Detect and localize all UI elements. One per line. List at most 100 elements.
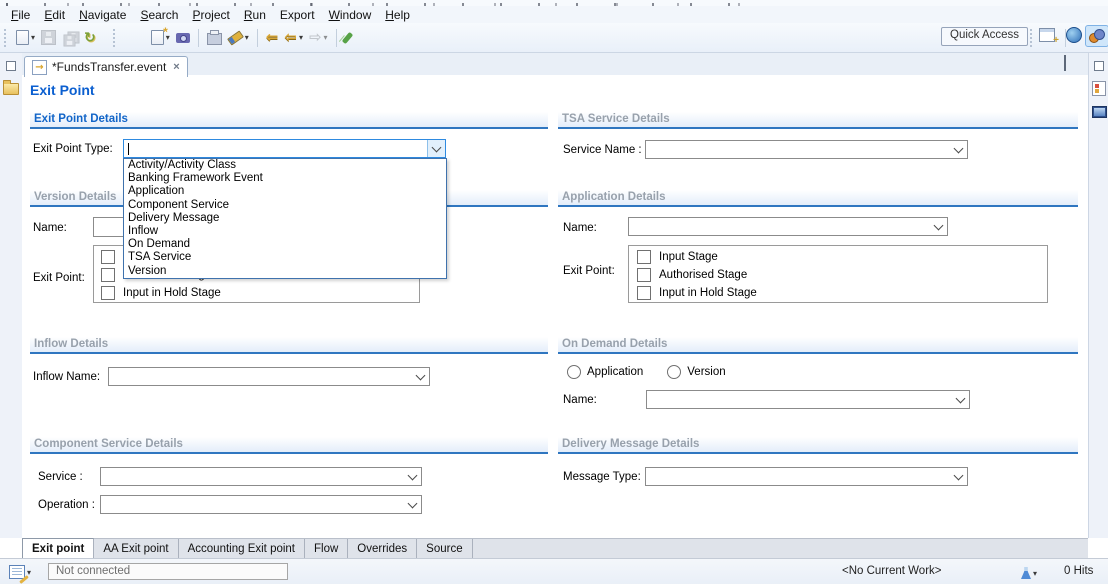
section-title: Application Details [558, 190, 1078, 203]
tab-exit-point[interactable]: Exit point [22, 538, 94, 559]
hits-count: 0 Hits [1064, 565, 1093, 577]
dropdown-option[interactable]: On Demand [124, 238, 446, 251]
combo-dropdown-button[interactable] [950, 141, 967, 158]
dropdown-option[interactable]: Application [124, 185, 446, 198]
on-demand-name-combo[interactable] [646, 390, 970, 409]
combo-dropdown-button[interactable] [404, 496, 421, 513]
input-stage-checkbox[interactable] [637, 250, 651, 264]
connection-button[interactable]: ▾ [6, 561, 34, 583]
operation-combo[interactable] [100, 495, 422, 514]
menu-search[interactable]: Search [133, 7, 185, 23]
dropdown-option[interactable]: Activity/Activity Class [124, 159, 446, 172]
tab-accounting-exit-point[interactable]: Accounting Exit point [179, 539, 305, 559]
tsa-workbench-window: File Edit Navigate Search Project Run Ex… [0, 0, 1108, 584]
section-title: TSA Service Details [558, 112, 1078, 125]
new-wizard-button[interactable]: ▾ [148, 27, 173, 49]
tab-close-icon[interactable]: × [173, 61, 179, 73]
radio-label: Version [687, 366, 725, 378]
quick-access-button[interactable]: Quick Access [941, 27, 1028, 46]
application-name-combo[interactable] [628, 217, 948, 236]
forward-button[interactable]: ⇨▾ [306, 27, 331, 49]
combo-dropdown-button[interactable] [404, 468, 421, 485]
section-header: Delivery Message Details [558, 437, 1078, 454]
open-perspective-button[interactable] [1036, 25, 1058, 45]
maximize-editor-button[interactable] [1064, 58, 1066, 70]
section-title: Inflow Details [30, 337, 548, 350]
search-button[interactable]: ▾ [225, 27, 252, 49]
combo-dropdown-button[interactable] [427, 140, 445, 157]
menu-file[interactable]: File [4, 7, 37, 23]
camera-icon [176, 33, 190, 43]
console-view-icon[interactable] [1092, 106, 1107, 118]
dropdown-option[interactable]: Version [124, 265, 446, 278]
section-header: Exit Point Details [30, 112, 548, 129]
menu-edit[interactable]: Edit [37, 7, 72, 23]
menu-export[interactable]: Export [273, 7, 322, 23]
on-demand-radio-row: Application Version [567, 365, 726, 379]
application-radio[interactable] [567, 365, 581, 379]
tab-overrides[interactable]: Overrides [348, 539, 417, 559]
dropdown-option[interactable]: Component Service [124, 199, 446, 212]
dropdown-option[interactable]: Banking Framework Event [124, 172, 446, 185]
chevron-down-icon [432, 142, 442, 152]
combo-dropdown-button[interactable] [412, 368, 429, 385]
menu-run[interactable]: Run [237, 7, 273, 23]
service-combo[interactable] [100, 467, 422, 486]
dropdown-option[interactable]: TSA Service [124, 251, 446, 264]
inflow-name-combo[interactable] [108, 367, 430, 386]
input-in-hold-stage-checkbox[interactable] [101, 286, 115, 300]
toolbar-grip [113, 29, 118, 47]
snapshot-button[interactable] [173, 27, 193, 49]
input-in-hold-stage-checkbox[interactable] [637, 286, 651, 300]
chevron-down-icon [954, 470, 964, 480]
authorised-stage-checkbox[interactable] [637, 268, 651, 282]
checkbox-label: Authorised Stage [659, 269, 747, 281]
checkbox-row: Input in Hold Stage [637, 286, 757, 300]
tab-flow[interactable]: Flow [305, 539, 348, 559]
menu-window[interactable]: Window [322, 7, 379, 23]
print-button[interactable] [204, 27, 225, 49]
text-caret [128, 143, 129, 155]
last-edit-location-button[interactable]: ⇐ [263, 27, 282, 49]
work-context-button[interactable]: ▾ [1018, 562, 1040, 584]
combo-dropdown-button[interactable] [952, 391, 969, 408]
dropdown-option[interactable]: Delivery Message [124, 212, 446, 225]
page-title: Exit Point [30, 82, 95, 98]
authorised-stage-checkbox[interactable] [101, 268, 115, 282]
section-title: Delivery Message Details [558, 437, 1078, 450]
perspective-active-button[interactable] [1085, 25, 1108, 47]
back-button[interactable]: ⇦▾ [281, 27, 306, 49]
link-with-editor-button[interactable] [342, 27, 353, 49]
combo-dropdown-button[interactable] [950, 468, 967, 485]
service-name-combo[interactable] [645, 140, 968, 159]
operation-label: Operation : [38, 499, 95, 511]
dropdown-option[interactable]: Inflow [124, 225, 446, 238]
work-context-dropdown-arrow-icon: ▾ [1033, 569, 1037, 578]
application-exit-point-label: Exit Point: [563, 265, 615, 277]
main-toolbar: ▾ ▾ ▾ ⇐ ⇦▾ ⇨▾ Quick Access [0, 23, 1108, 53]
message-type-combo[interactable] [645, 467, 968, 486]
perspective-globe-button[interactable] [1063, 25, 1085, 45]
input-stage-checkbox[interactable] [101, 250, 115, 264]
exit-point-type-combo[interactable] [123, 139, 446, 158]
open-perspective-icon [1039, 28, 1055, 42]
menu-project[interactable]: Project [185, 7, 236, 23]
inflow-name-label: Inflow Name: [33, 371, 100, 383]
tab-aa-exit-point[interactable]: AA Exit point [94, 539, 178, 559]
restore-view-icon[interactable] [1094, 61, 1104, 71]
new-file-icon [16, 30, 29, 45]
application-exit-point-group: Input Stage Authorised Stage Input in Ho… [628, 245, 1048, 303]
refresh-button[interactable] [81, 27, 99, 49]
menu-navigate[interactable]: Navigate [72, 7, 133, 23]
version-radio[interactable] [667, 365, 681, 379]
combo-dropdown-button[interactable] [930, 218, 947, 235]
new-button[interactable]: ▾ [13, 27, 38, 49]
outline-view-icon[interactable] [1092, 81, 1106, 96]
save-button[interactable] [38, 27, 59, 49]
save-all-button[interactable] [59, 27, 81, 49]
folder-view-icon[interactable] [3, 83, 19, 95]
restore-view-icon[interactable] [6, 61, 16, 71]
menu-help[interactable]: Help [378, 7, 417, 23]
editor-tab-fundstransfer[interactable]: *FundsTransfer.event × [24, 56, 188, 77]
tab-source[interactable]: Source [417, 539, 472, 559]
